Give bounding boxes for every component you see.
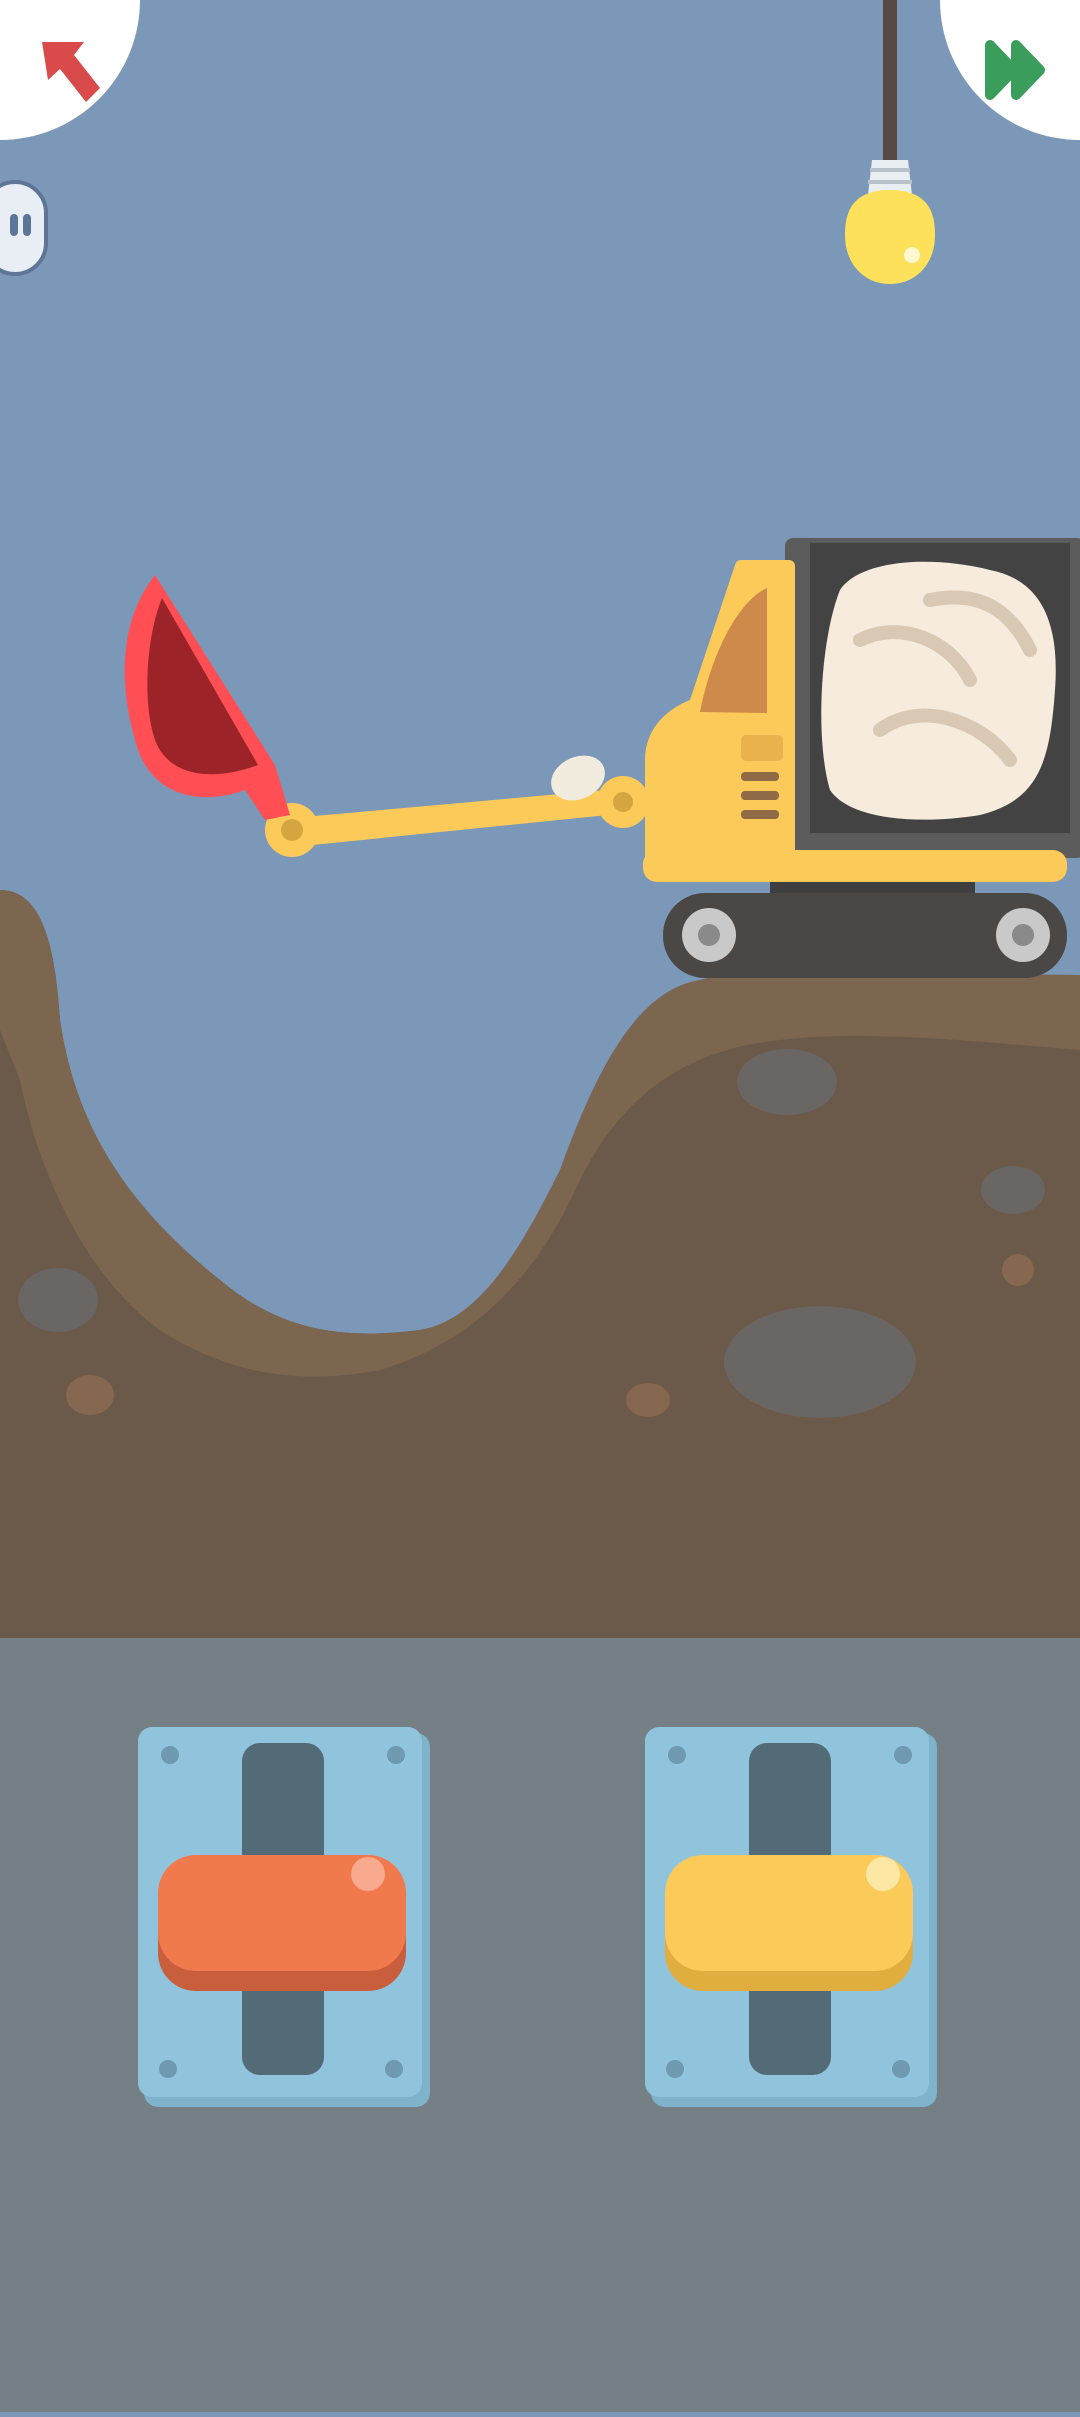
back-button[interactable] [0,0,140,140]
pause-icon [10,214,31,236]
pebble [1002,1254,1034,1286]
arm-lever[interactable] [158,1855,406,1991]
pebble [66,1375,114,1415]
rock-container [785,538,1080,858]
rock [981,1166,1045,1214]
bucket-lever[interactable] [665,1855,913,1991]
arrow-up-left-icon [42,42,100,102]
rock [737,1049,837,1115]
skip-button[interactable] [940,0,1080,140]
pause-button[interactable] [0,180,48,276]
rock [724,1306,916,1418]
bucket-control-panel [645,1727,937,2107]
game-stage [0,0,1080,2412]
pebble [626,1383,670,1417]
arm-control-panel [138,1727,430,2107]
fast-forward-icon [985,40,1045,100]
rock [18,1268,98,1332]
